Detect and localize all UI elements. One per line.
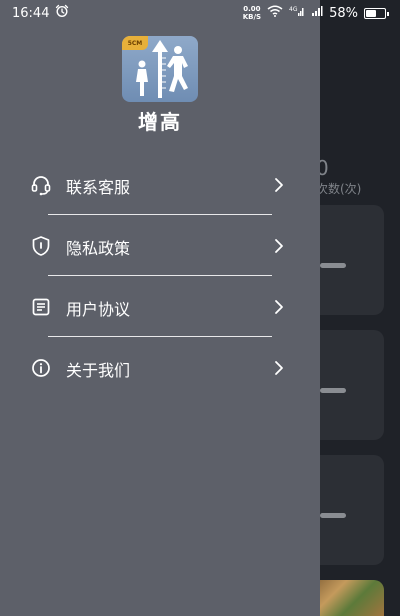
menu-item-label: 联系客服 [66, 178, 131, 197]
signal-4g-icon: 4G [289, 5, 305, 21]
shield-icon [30, 235, 52, 257]
bg-stat-label: 次数(次) [316, 182, 362, 196]
logo-badge: 5CM [122, 36, 148, 50]
side-drawer: 5CM 增高 联系客服 隐私政策 用户协议 关于我们 [0, 0, 320, 616]
battery-icon [364, 7, 389, 19]
headset-icon [30, 174, 52, 196]
alarm-icon [55, 4, 69, 22]
chevron-right-icon [270, 357, 288, 379]
status-bar: 16:44 0.00 KB/S 4G 58% [0, 0, 400, 26]
menu-item-user-agreement[interactable]: 用户协议 [0, 282, 320, 332]
net-speed-unit: KB/S [242, 13, 262, 21]
wifi-icon [267, 5, 283, 21]
menu-item-customer-service[interactable]: 联系客服 [0, 160, 320, 210]
app-logo: 5CM [122, 36, 198, 102]
document-icon [30, 296, 52, 318]
menu-item-about-us[interactable]: 关于我们 [0, 343, 320, 393]
menu-item-privacy-policy[interactable]: 隐私政策 [0, 221, 320, 271]
bg-card-dash [320, 263, 346, 268]
chevron-right-icon [270, 235, 288, 257]
net-speed-value: 0.00 [243, 5, 261, 13]
info-icon [30, 357, 52, 379]
menu-item-label: 隐私政策 [66, 239, 131, 258]
app-name: 增高 [138, 110, 182, 134]
bg-card-dash [320, 513, 346, 518]
status-time: 16:44 [12, 5, 50, 21]
bg-card-dash [320, 388, 346, 393]
menu-divider [48, 214, 272, 215]
menu-divider [48, 336, 272, 337]
chevron-right-icon [270, 174, 288, 196]
svg-text:4G: 4G [289, 6, 298, 13]
menu-item-label: 关于我们 [66, 361, 131, 380]
signal-icon [311, 5, 323, 21]
chevron-right-icon [270, 296, 288, 318]
net-speed: 0.00 KB/S [243, 5, 261, 21]
menu-item-label: 用户协议 [66, 300, 131, 319]
battery-percent: 58% [329, 5, 358, 21]
battery-fill [366, 9, 377, 17]
menu-divider [48, 275, 272, 276]
